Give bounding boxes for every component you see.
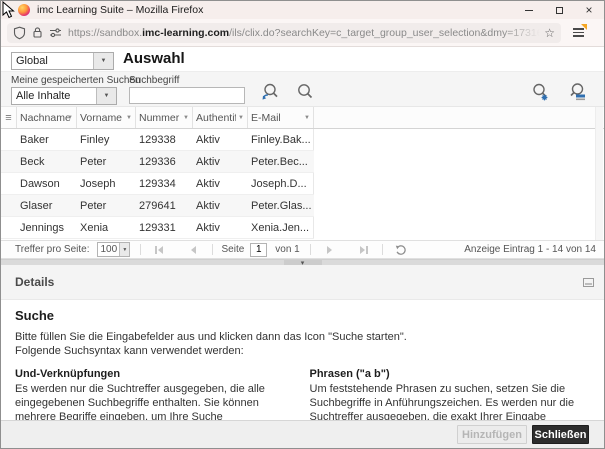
column-filter-icon[interactable]: ▼	[183, 115, 189, 121]
separator	[140, 244, 142, 255]
minimize-button[interactable]	[514, 1, 544, 19]
scope-select[interactable]: Global ▼	[11, 52, 114, 70]
chevron-down-icon: ▼	[96, 88, 116, 104]
search-band: Meine gespeicherten Suchen Alle Inhalte …	[1, 71, 604, 107]
table-row[interactable]: Glaser Peter 279641 Aktiv Peter.Glas...	[1, 195, 314, 217]
details-panel: Details Suche Bitte füllen Sie die Einga…	[1, 265, 604, 448]
add-button[interactable]: Hinzufügen	[457, 425, 527, 444]
search-term-label: Suchbegriff	[129, 75, 180, 86]
search-settings-icon[interactable]	[529, 81, 551, 103]
reset-search-icon[interactable]	[259, 81, 281, 103]
url-domain: imc-learning.com	[142, 26, 230, 39]
page-label: Seite	[221, 244, 245, 255]
firefox-icon	[18, 4, 30, 16]
browser-window: imc Learning Suite – Mozilla Firefox × h…	[0, 0, 605, 449]
and-links-section: Und-Verknüpfungen Es werden nur die Such…	[15, 368, 296, 420]
url-prefix: https://sandbox.	[68, 26, 143, 39]
column-filter-icon[interactable]: ▼	[238, 115, 244, 121]
saved-searches-value: Alle Inhalte	[16, 90, 71, 102]
window-controls: ×	[514, 1, 604, 19]
table-header: ≡ Nachname▼ Vorname▼ Nummer▼ Authentifiz…	[1, 107, 604, 129]
close-button[interactable]: ×	[574, 1, 604, 19]
url-path: /ils/clix.do?searchKey=c_target_group_us…	[229, 26, 540, 39]
chevron-down-icon: ▼	[119, 243, 130, 256]
section-title: Suche	[15, 308, 55, 323]
column-header-nummer[interactable]: Nummer ▼	[136, 107, 193, 128]
per-page-value: 100	[100, 244, 118, 255]
intro-line-1: Bitte füllen Sie die Eingabefelder aus u…	[15, 331, 407, 343]
maximize-button[interactable]	[544, 1, 574, 19]
column-filter-icon[interactable]: ▼	[67, 115, 73, 121]
refresh-icon[interactable]	[395, 244, 407, 256]
expand-panel-icon[interactable]	[583, 278, 594, 287]
result-range-text: Anzeige Eintrag 1 - 14 von 14	[464, 244, 596, 255]
mouse-cursor	[2, 1, 15, 19]
intro-text: Bitte füllen Sie die Eingabefelder aus u…	[15, 330, 407, 358]
column-filter-icon[interactable]: ▼	[126, 115, 132, 121]
shield-icon[interactable]	[13, 26, 26, 40]
phrases-section: Phrasen ("a b") Um feststehende Phrasen …	[310, 368, 591, 420]
search-input[interactable]	[129, 87, 245, 104]
column-filter-icon[interactable]: ▼	[304, 115, 310, 121]
phrases-text: Um feststehende Phrasen zu suchen, setze…	[309, 383, 575, 420]
column-header-vorname[interactable]: Vorname ▼	[77, 107, 136, 128]
scope-select-value: Global	[16, 55, 48, 67]
syntax-columns: Und-Verknüpfungen Es werden nur die Such…	[15, 368, 590, 420]
per-page-label: Treffer pro Seite:	[15, 244, 90, 255]
page-number-input[interactable]	[250, 242, 268, 257]
saved-searches-select[interactable]: Alle Inhalte ▼	[11, 87, 117, 105]
search-profile-icon[interactable]	[567, 81, 589, 103]
table-row[interactable]: Jennings Xenia 129331 Aktiv Xenia.Jen...	[1, 217, 314, 239]
details-content: Suche Bitte füllen Sie die Eingabefelder…	[1, 299, 604, 420]
page-content: Global ▼ Auswahl Meine gespeicherten Suc…	[1, 47, 604, 448]
window-title: imc Learning Suite – Mozilla Firefox	[37, 4, 204, 16]
and-links-text: Es werden nur die Suchtreffer ausgegeben…	[15, 383, 265, 420]
and-links-title: Und-Verknüpfungen	[15, 368, 121, 380]
phrases-title: Phrasen ("a b")	[309, 368, 390, 380]
details-title: Details	[15, 275, 55, 289]
url-text: https://sandbox. imc-learning.com /ils/c…	[68, 27, 540, 39]
separator	[309, 244, 311, 255]
chevron-down-icon: ▼	[93, 53, 113, 69]
minimize-icon	[525, 9, 533, 11]
separator	[212, 244, 214, 255]
action-bar: Hinzufügen Schließen	[1, 420, 604, 448]
table-row[interactable]: Baker Finley 129338 Aktiv Finley.Bak...	[1, 129, 314, 151]
intro-line-2: Folgende Suchsyntax kann verwendet werde…	[15, 345, 244, 357]
table-row[interactable]: Dawson Joseph 129334 Aktiv Joseph.D...	[1, 173, 314, 195]
column-header-nachname[interactable]: Nachname ▼	[17, 107, 77, 128]
separator	[381, 244, 383, 255]
maximize-icon	[555, 6, 563, 14]
update-badge-icon	[581, 23, 587, 30]
previous-page-icon[interactable]	[191, 245, 197, 254]
navigation-bar: https://sandbox. imc-learning.com /ils/c…	[1, 19, 604, 47]
column-header-email[interactable]: E-Mail ▼	[248, 107, 314, 128]
grid-menu-icon[interactable]: ≡	[1, 107, 17, 128]
grid-scrollbar[interactable]	[595, 107, 603, 259]
table-row[interactable]: Beck Peter 129336 Aktiv Peter.Bec...	[1, 151, 314, 173]
last-page-icon[interactable]	[359, 245, 368, 254]
saved-searches-label: Meine gespeicherten Suchen	[11, 75, 141, 86]
url-bar[interactable]: https://sandbox. imc-learning.com /ils/c…	[7, 22, 561, 43]
close-dialog-button[interactable]: Schließen	[532, 425, 589, 444]
page-of-label: von 1	[275, 244, 300, 255]
app-menu-icon[interactable]	[567, 23, 589, 43]
bookmark-star-icon[interactable]: ☆	[544, 26, 555, 40]
permissions-icon[interactable]	[49, 27, 62, 38]
per-page-select[interactable]: 100 ▼	[97, 242, 131, 257]
start-search-icon[interactable]	[294, 81, 316, 103]
page-title: Auswahl	[123, 50, 185, 67]
table-body: Baker Finley 129338 Aktiv Finley.Bak... …	[1, 129, 314, 239]
first-page-icon[interactable]	[155, 245, 164, 254]
column-header-authentifizierung[interactable]: Authentifizi...▼	[193, 107, 248, 128]
next-page-icon[interactable]	[326, 245, 332, 254]
pagination-bar: Treffer pro Seite: 100 ▼ Seite von 1 Anz…	[1, 240, 604, 259]
lock-icon[interactable]	[32, 26, 43, 39]
title-bar: imc Learning Suite – Mozilla Firefox ×	[1, 1, 604, 19]
